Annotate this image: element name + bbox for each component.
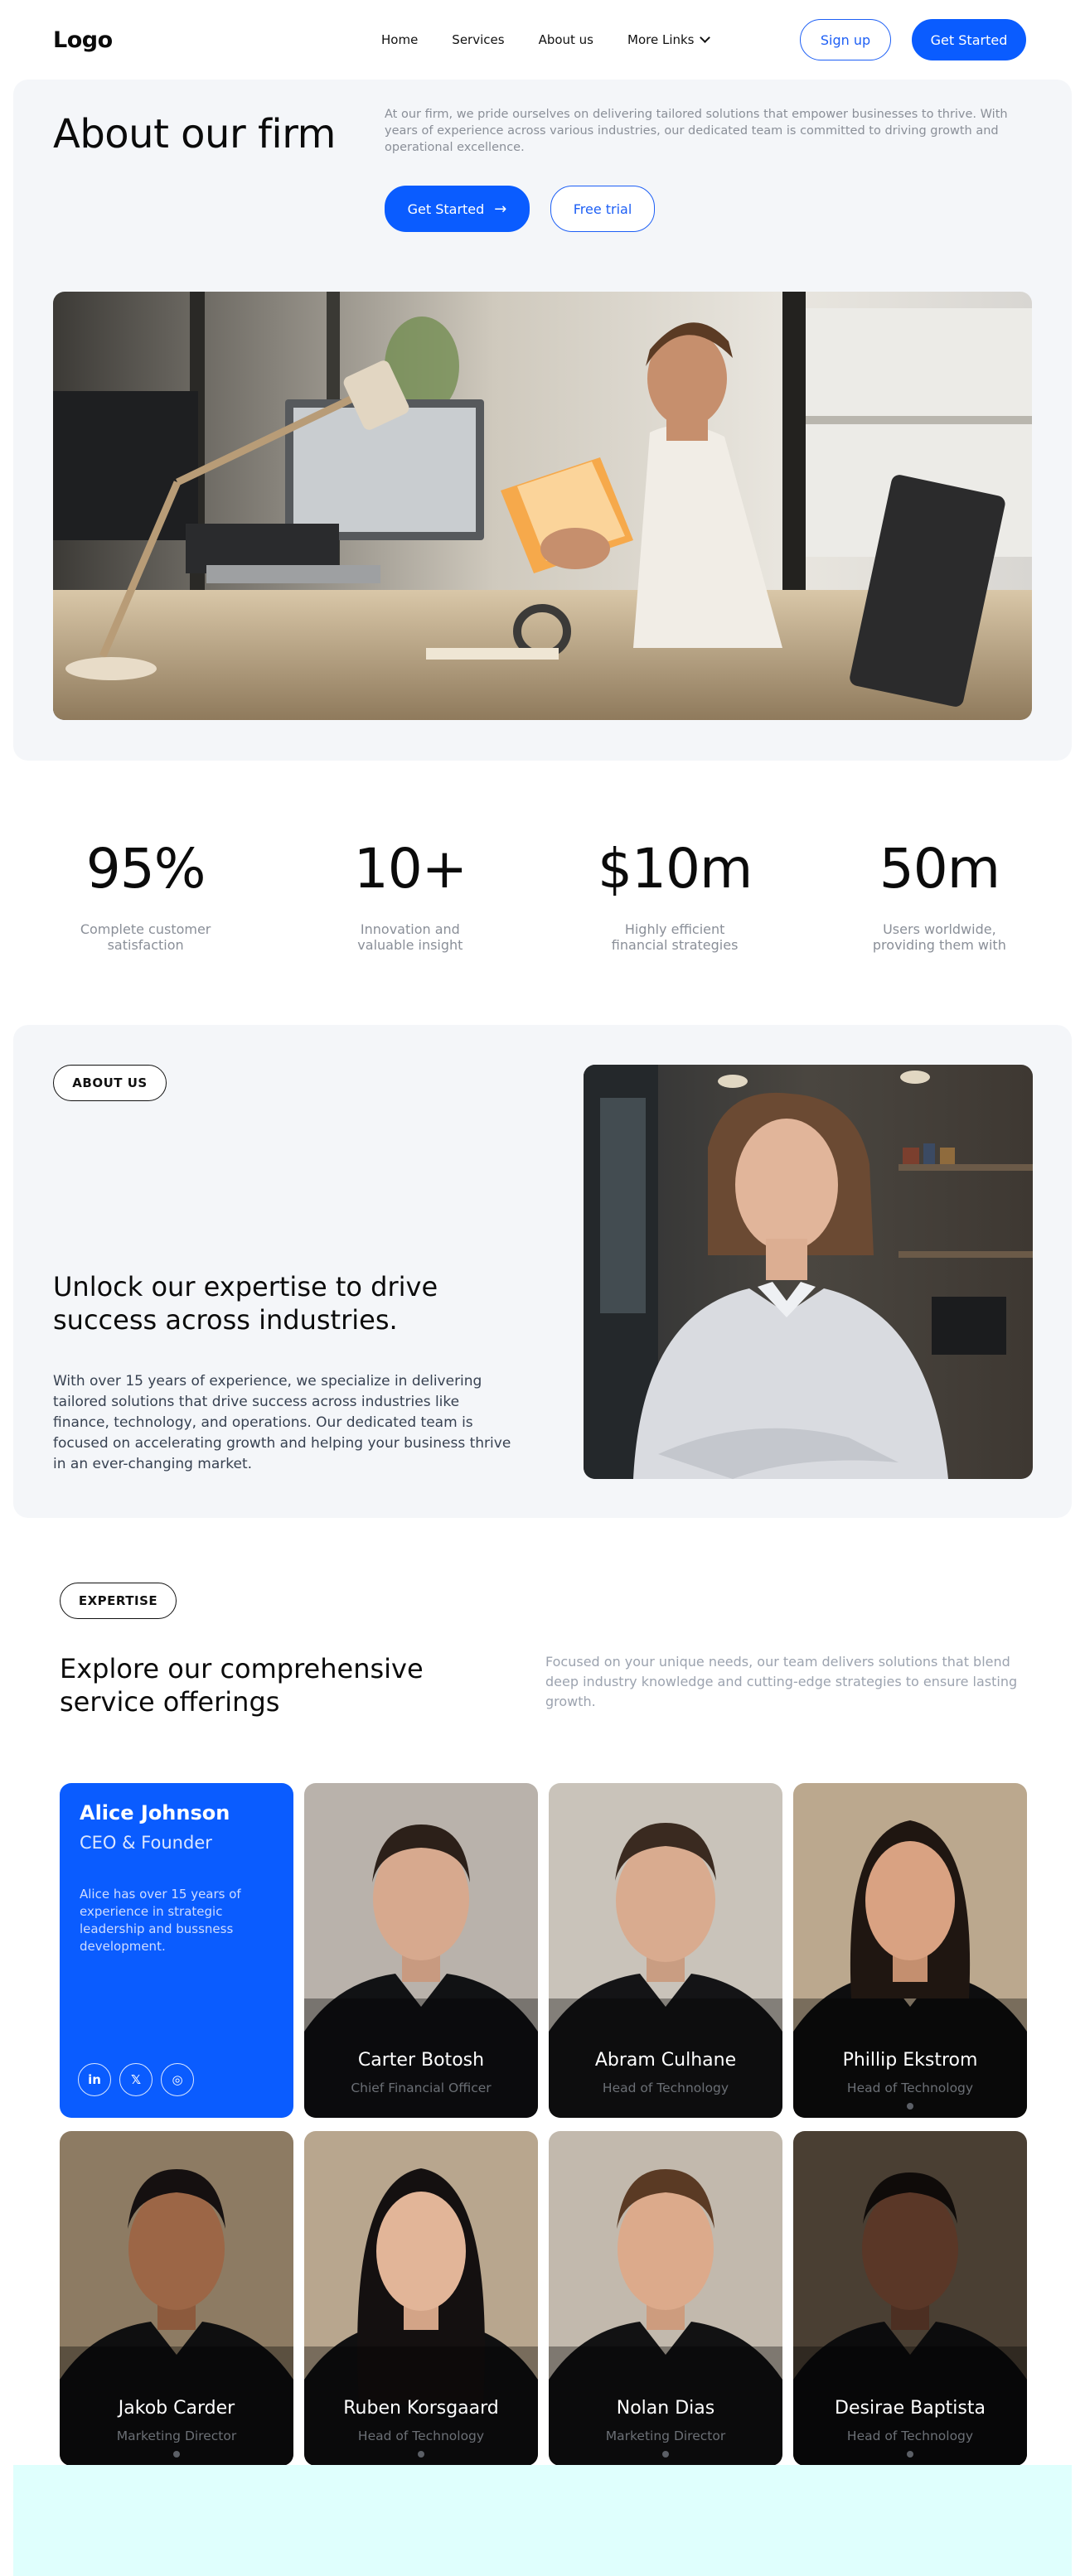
hero-section: About our firm At our firm, we pride our…	[13, 80, 1072, 761]
team-card[interactable]: Jakob Carder Marketing Director	[60, 2131, 293, 2466]
expertise-heading: Explore our comprehensive service offeri…	[60, 1653, 424, 1718]
member-name: Nolan Dias	[616, 2398, 715, 2419]
free-trial-button[interactable]: Free trial	[550, 186, 655, 232]
about-section: ABOUT US Unlock our expertise to drive s…	[13, 1025, 1072, 1518]
footer-band	[13, 2465, 1072, 2576]
nav-link-about[interactable]: About us	[539, 32, 593, 47]
stat-item: 50m Users worldwide, providing them with	[807, 837, 1072, 953]
stat-label: Complete customer satisfaction	[80, 921, 211, 953]
member-name: Desirae Baptista	[835, 2398, 986, 2419]
card-dot	[907, 2451, 913, 2458]
member-role: Marketing Director	[605, 2429, 726, 2443]
featured-name: Alice Johnson	[80, 1801, 230, 1824]
member-name: Carter Botosh	[357, 2050, 485, 2071]
hero-office-photo	[53, 292, 1032, 720]
team-card[interactable]: Nolan Dias Marketing Director	[549, 2131, 782, 2466]
expertise-tag: EXPERTISE	[60, 1583, 177, 1619]
team-card[interactable]: Abram Culhane Head of Technology	[549, 1783, 782, 2118]
hero-description: At our firm, we pride ourselves on deliv…	[385, 108, 1008, 154]
member-role: Head of Technology	[602, 2081, 729, 2095]
logo[interactable]: Logo	[53, 27, 113, 53]
about-tag: ABOUT US	[53, 1065, 167, 1101]
linkedin-icon[interactable]: in	[78, 2063, 111, 2096]
member-name: Jakob Carder	[118, 2398, 235, 2419]
featured-role: CEO & Founder	[80, 1833, 212, 1853]
page-title: About our firm	[53, 111, 336, 157]
team-card[interactable]: Carter Botosh Chief Financial Officer	[304, 1783, 538, 2118]
nav-link-home[interactable]: Home	[381, 32, 418, 47]
hero-get-started-label: Get Started	[407, 201, 485, 217]
about-woman-photo	[584, 1065, 1033, 1479]
stat-item: 95% Complete customer satisfaction	[13, 837, 278, 953]
instagram-icon[interactable]: ◎	[161, 2063, 194, 2096]
member-role: Head of Technology	[846, 2429, 974, 2443]
member-role: Head of Technology	[357, 2429, 485, 2443]
card-dot	[907, 2103, 913, 2110]
stats-row: 95% Complete customer satisfaction 10+ I…	[13, 837, 1072, 953]
stat-value: $10m	[597, 837, 753, 901]
arrow-right-icon: →	[494, 200, 507, 218]
stat-label: Highly efficient financial strategies	[611, 921, 739, 953]
member-role: Chief Financial Officer	[351, 2081, 492, 2095]
stat-value: 10+	[353, 837, 467, 901]
member-name: Phillip Ekstrom	[842, 2050, 978, 2071]
member-name: Abram Culhane	[594, 2050, 737, 2071]
nav-link-more[interactable]: More Links	[627, 31, 710, 47]
signup-button[interactable]: Sign up	[800, 19, 891, 60]
card-dot	[418, 2451, 424, 2458]
nav-links: Home Services About us More Links	[381, 0, 743, 80]
social-links: in 𝕏 ◎	[78, 2063, 194, 2096]
nav-link-more-label: More Links	[627, 32, 695, 47]
chevron-down-icon	[699, 31, 710, 43]
featured-member-card[interactable]: Alice Johnson CEO & Founder Alice has ov…	[60, 1783, 293, 2118]
expertise-paragraph: Focused on your unique needs, our team d…	[545, 1654, 1018, 1709]
x-icon[interactable]: 𝕏	[119, 2063, 153, 2096]
member-role: Marketing Director	[116, 2429, 237, 2443]
card-dot	[662, 2451, 669, 2458]
member-name: Ruben Korsgaard	[343, 2398, 499, 2419]
top-navbar: Logo Home Services About us More Links S…	[0, 0, 1085, 80]
stat-item: $10m Highly efficient financial strategi…	[543, 837, 807, 953]
stat-item: 10+ Innovation and valuable insight	[278, 837, 542, 953]
stat-label: Users worldwide, providing them with	[872, 921, 1006, 953]
stat-label: Innovation and valuable insight	[357, 921, 463, 953]
about-paragraph: With over 15 years of experience, we spe…	[53, 1373, 511, 1472]
member-role: Head of Technology	[846, 2081, 974, 2095]
team-card[interactable]: Ruben Korsgaard Head of Technology	[304, 2131, 538, 2466]
stat-value: 50m	[879, 837, 1000, 901]
hero-get-started-button[interactable]: Get Started →	[385, 186, 530, 232]
card-dot	[173, 2451, 180, 2458]
nav-link-services[interactable]: Services	[452, 32, 504, 47]
featured-bio: Alice has over 15 years of experience in…	[80, 1887, 241, 1954]
team-card[interactable]: Desirae Baptista Head of Technology	[793, 2131, 1027, 2466]
team-card[interactable]: Phillip Ekstrom Head of Technology	[793, 1783, 1027, 2118]
nav-get-started-button[interactable]: Get Started	[912, 19, 1026, 60]
stat-value: 95%	[85, 837, 206, 901]
about-heading: Unlock our expertise to drive success ac…	[53, 1271, 438, 1336]
